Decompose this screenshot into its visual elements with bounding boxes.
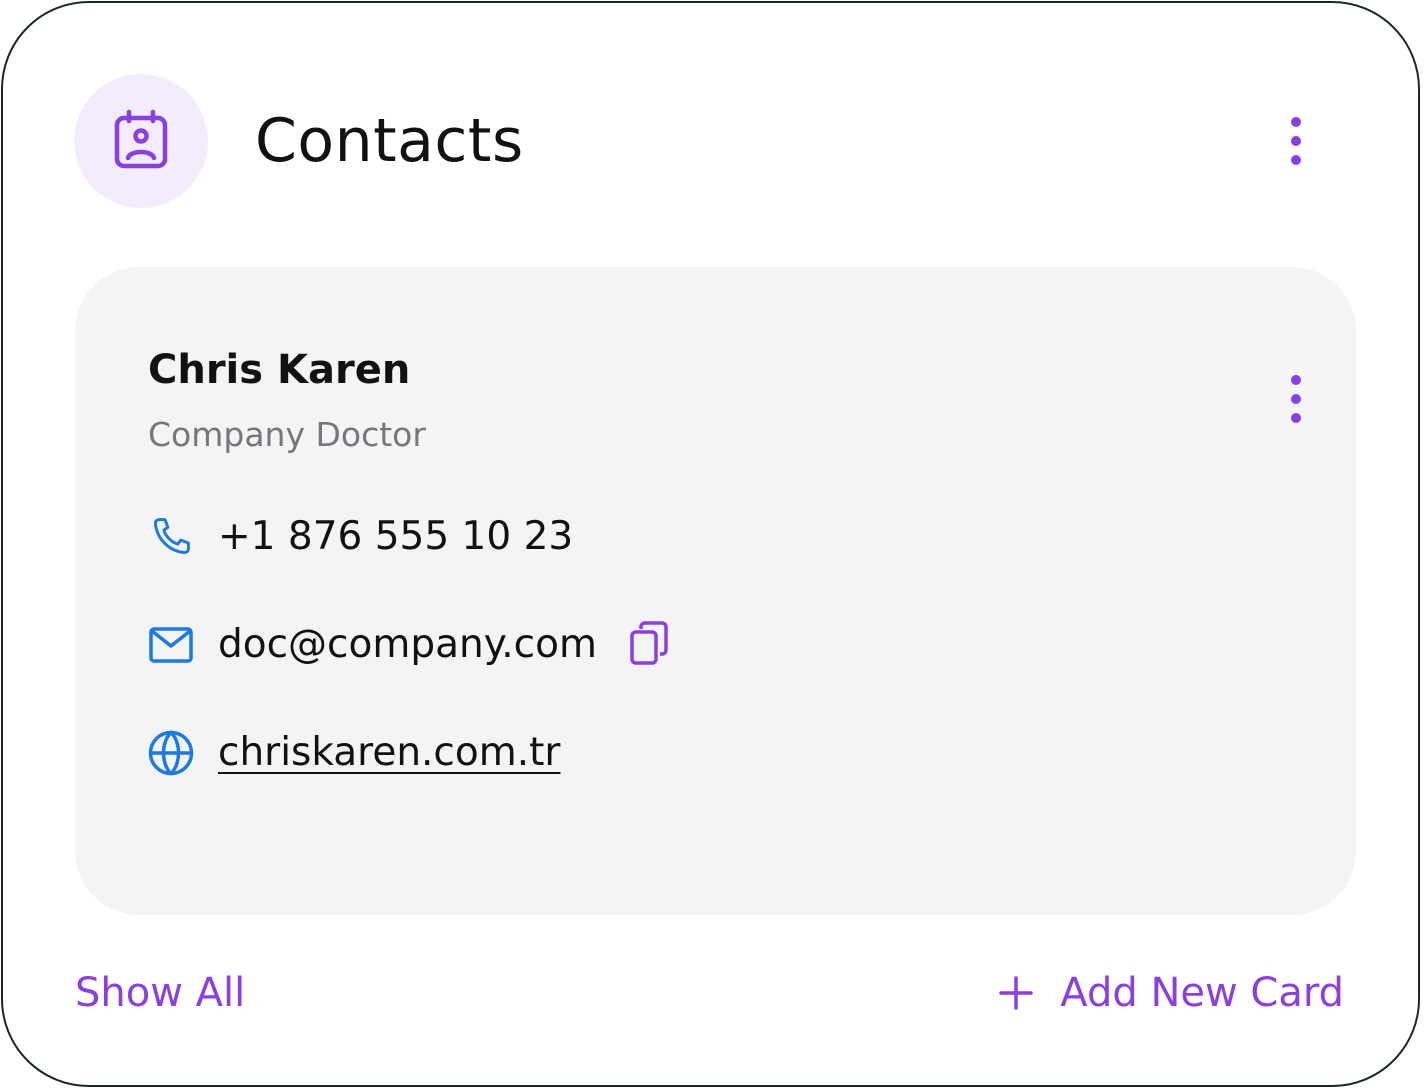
contacts-widget: Contacts Chris Karen Company Doctor +1 8… [1,1,1420,1087]
contact-phone-row: +1 876 555 10 23 [148,509,573,565]
mail-icon [148,622,194,668]
contacts-header-avatar [74,74,208,208]
contact-email-value[interactable]: doc@company.com [218,617,597,673]
add-new-card-label: Add New Card [1060,970,1344,1016]
globe-icon [148,730,194,776]
card-more-menu-button[interactable] [1276,369,1316,429]
plus-icon [998,975,1034,1011]
contact-name: Chris Karen [148,347,411,393]
contact-website-link[interactable]: chriskaren.com.tr [218,725,560,781]
copy-email-button[interactable] [627,621,671,669]
copy-icon [630,621,668,669]
more-vertical-icon [1291,117,1301,165]
show-all-link[interactable]: Show All [75,965,245,1021]
contact-phone-value[interactable]: +1 876 555 10 23 [218,509,573,565]
page-title: Contacts [255,106,524,176]
contact-card-icon [114,109,168,173]
add-new-card-button[interactable]: Add New Card [998,965,1344,1021]
contact-role: Company Doctor [148,415,426,454]
header-more-menu-button[interactable] [1276,111,1316,171]
phone-icon [148,514,194,560]
contact-website-row: chriskaren.com.tr [148,725,560,781]
contact-email-row: doc@company.com [148,617,671,673]
more-vertical-icon [1291,375,1301,423]
contact-card: Chris Karen Company Doctor +1 876 555 10… [75,267,1356,915]
